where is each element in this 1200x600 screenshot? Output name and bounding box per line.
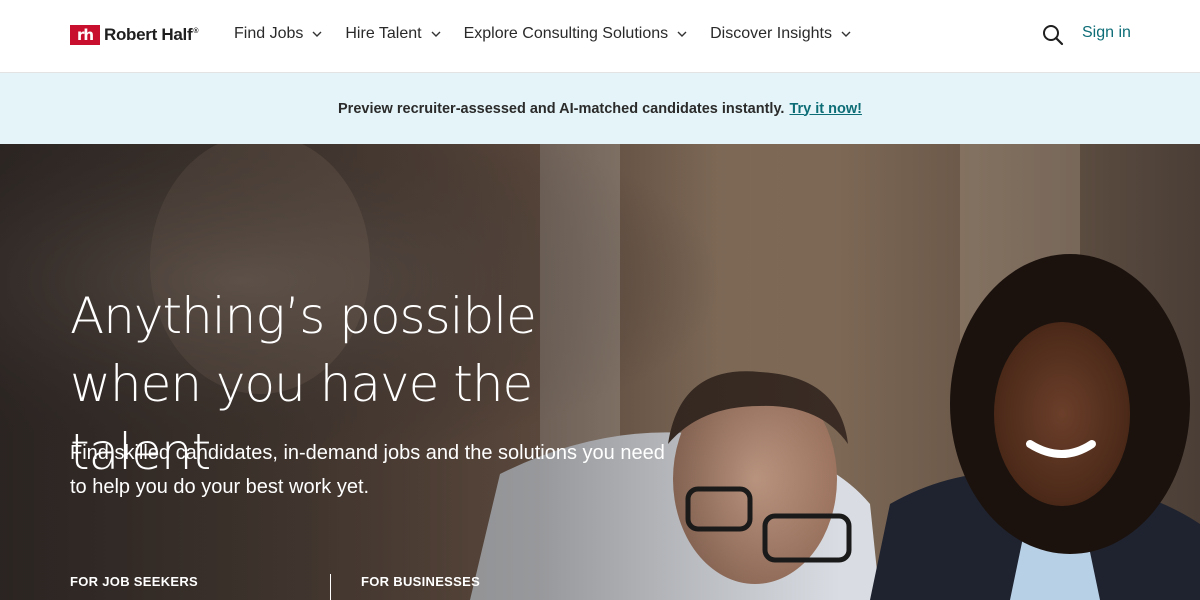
nav-label: Hire Talent bbox=[345, 25, 422, 42]
nav-hire-talent[interactable]: Hire Talent bbox=[345, 22, 441, 46]
logo-mark: rh bbox=[70, 25, 100, 45]
nav-consulting-solutions[interactable]: Explore Consulting Solutions bbox=[464, 22, 689, 46]
chevron-down-icon bbox=[677, 31, 687, 37]
banner-text: Preview recruiter-assessed and AI-matche… bbox=[338, 100, 785, 117]
robert-half-logo[interactable]: rh Robert Half® bbox=[70, 24, 198, 46]
for-job-seekers-heading: FOR JOB SEEKERS bbox=[70, 574, 199, 589]
for-businesses-heading: FOR BUSINESSES bbox=[361, 574, 481, 589]
chevron-down-icon bbox=[312, 31, 322, 37]
nav-find-jobs[interactable]: Find Jobs bbox=[234, 22, 323, 46]
try-it-now-link[interactable]: Try it now! bbox=[789, 101, 862, 117]
main-nav: Find Jobs Hire Talent Explore Consulting… bbox=[234, 22, 874, 46]
chevron-down-icon bbox=[841, 31, 851, 37]
promo-banner: Preview recruiter-assessed and AI-matche… bbox=[0, 73, 1200, 144]
logo-text: Robert Half® bbox=[104, 25, 199, 44]
chevron-down-icon bbox=[431, 31, 441, 37]
site-header: rh Robert Half® Find Jobs Hire Talent Ex… bbox=[0, 0, 1200, 73]
hero-subtitle: Find skilled candidates, in-demand jobs … bbox=[70, 442, 665, 498]
nav-label: Find Jobs bbox=[234, 25, 304, 42]
sign-in-link[interactable]: Sign in bbox=[1082, 24, 1131, 42]
nav-discover-insights[interactable]: Discover Insights bbox=[710, 22, 852, 46]
search-icon[interactable] bbox=[1042, 24, 1064, 46]
nav-label: Discover Insights bbox=[710, 25, 832, 42]
hero-section: Anything’s possible when you have the ta… bbox=[0, 144, 1200, 600]
nav-label: Explore Consulting Solutions bbox=[463, 25, 669, 42]
hero-divider bbox=[330, 574, 331, 600]
